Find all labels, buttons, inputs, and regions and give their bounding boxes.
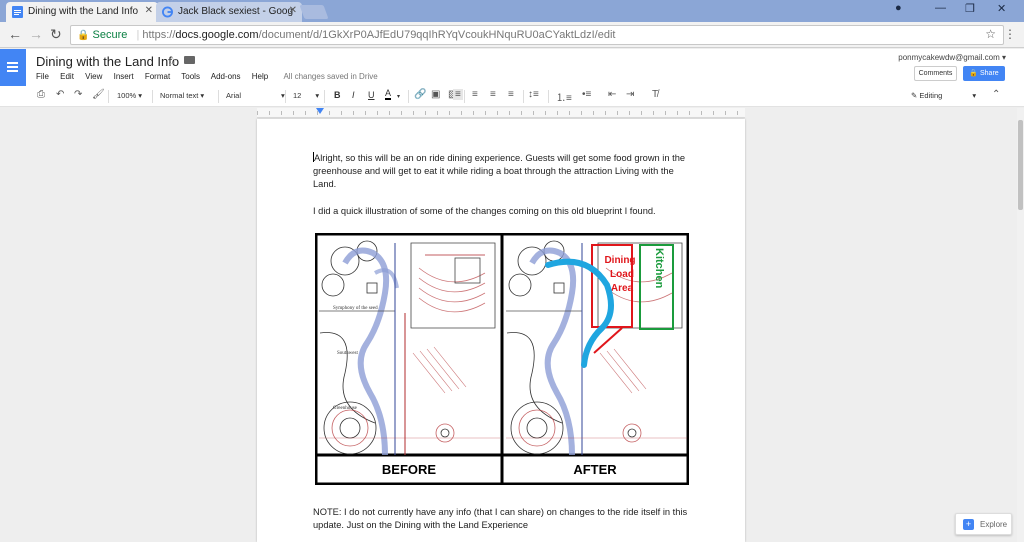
docs-favicon-icon (12, 6, 23, 18)
paragraph-intro[interactable]: Alright, so this will be an on ride dini… (313, 152, 693, 191)
font-size-select[interactable]: 12 ▾ (293, 91, 319, 100)
tab-title: Jack Black sexiest - Goog (178, 6, 294, 17)
italic-button[interactable]: I (352, 90, 355, 100)
paint-format-icon[interactable]: 🖌 (92, 89, 105, 100)
blueprint-label-southwest: Southwest (337, 351, 358, 356)
bookmark-star-icon[interactable]: ☆ (985, 27, 996, 41)
document-title[interactable]: Dining with the Land Info (36, 54, 179, 69)
comments-button[interactable]: Comments (914, 66, 957, 81)
indent-marker[interactable] (316, 108, 324, 114)
url-path: /document/d/1GkXrP0AJfEdU79qqIhRYqVcoukH… (258, 29, 616, 41)
print-icon[interactable]: ⎙ (37, 89, 45, 100)
address-bar: ← → ↻ 🔒 Secure | https://docs.google.com… (0, 22, 1024, 48)
formatting-toolbar: ⎙ ↶ ↷ 🖌 100% ▾ Normal text ▾ Arial ▾ 12 ▾ … (0, 86, 1024, 107)
scrollbar-thumb[interactable] (1018, 120, 1023, 210)
align-justify-icon[interactable]: ≡ (508, 89, 514, 100)
page-scrollbar[interactable] (1017, 108, 1024, 542)
align-right-icon[interactable]: ≡ (490, 89, 496, 100)
folder-icon[interactable] (184, 56, 195, 64)
redo-icon[interactable]: ↷ (74, 89, 82, 100)
bulleted-list-icon[interactable]: •≡ (582, 89, 591, 100)
lock-icon: 🔒 (77, 30, 90, 41)
minimize-icon[interactable]: — (935, 2, 946, 14)
dining-label: Dining (604, 255, 635, 266)
style-select[interactable]: Normal text ▾ (160, 91, 204, 100)
account-email[interactable]: ponmycakewdw@gmail.com ▾ (898, 53, 1006, 62)
blueprint-image[interactable]: Symphony of the seed Southwest Greenhous… (315, 233, 689, 485)
blueprint-label-greenhouse: Greenhouse (333, 406, 358, 411)
tab-close-icon[interactable]: ✕ (289, 5, 297, 16)
collapse-menus-icon[interactable]: ⌃ (992, 89, 1000, 100)
restore-icon[interactable]: ❐ (965, 2, 975, 15)
menu-insert[interactable]: Insert (114, 72, 134, 81)
after-label: AFTER (573, 462, 617, 477)
blueprint-label-symphony: Symphony of the seed (333, 306, 378, 311)
save-status[interactable]: All changes saved in Drive (283, 72, 377, 81)
comment-icon[interactable]: ▣ (431, 89, 440, 100)
docs-header: Dining with the Land Info ☆ File Edit Vi… (0, 49, 1024, 86)
new-tab-button[interactable] (299, 5, 329, 19)
paragraph-note[interactable]: NOTE: I do not currently have any info (… (313, 506, 693, 532)
align-left-icon[interactable]: ≡ (453, 89, 463, 100)
numbered-list-icon[interactable]: ⒈≡ (556, 89, 572, 104)
docs-home-icon[interactable] (0, 49, 26, 86)
menu-tools[interactable]: Tools (181, 72, 200, 81)
tab-dining-with-the-land[interactable]: Dining with the Land Info ✕ (6, 2, 158, 22)
secure-label: Secure (92, 29, 128, 41)
menu-view[interactable]: View (85, 72, 102, 81)
editing-mode-select[interactable]: ✎ Editing ▾ (911, 91, 976, 100)
menu-format[interactable]: Format (145, 72, 170, 81)
underline-button[interactable]: U (368, 90, 375, 100)
browser-tab-bar: Dining with the Land Info ✕ Jack Black s… (0, 0, 1024, 22)
forward-arrow-icon[interactable]: → (29, 26, 43, 42)
link-icon[interactable]: 🔗 (414, 89, 426, 100)
url-host: docs.google.com (175, 29, 259, 41)
align-center-icon[interactable]: ≡ (472, 89, 478, 100)
reload-icon[interactable]: ↻ (50, 26, 62, 43)
google-favicon-icon (162, 6, 173, 18)
clear-formatting-icon[interactable]: T̸ (652, 89, 658, 100)
share-button[interactable]: 🔒 Share (963, 66, 1005, 81)
browser-menu-icon[interactable]: ⋮ (1004, 27, 1016, 41)
star-document-icon[interactable]: ☆ (167, 54, 178, 68)
tab-close-icon[interactable]: ✕ (145, 5, 153, 16)
menu-file[interactable]: File (36, 72, 49, 81)
text-color-dropdown-icon[interactable]: ▾ (397, 93, 400, 100)
zoom-select[interactable]: 100% ▾ (117, 91, 142, 100)
paragraph-illustration[interactable]: I did a quick illustration of some of th… (313, 205, 693, 218)
text-color-button[interactable]: A (385, 89, 392, 100)
explore-button[interactable]: + Explore (955, 513, 1012, 535)
menu-edit[interactable]: Edit (60, 72, 74, 81)
profile-icon[interactable]: ● (895, 2, 902, 14)
undo-icon[interactable]: ↶ (56, 89, 64, 100)
increase-indent-icon[interactable]: ⇥ (626, 89, 634, 100)
ruler[interactable] (257, 108, 745, 118)
menu-bar: File Edit View Insert Format Tools Add-o… (36, 72, 387, 81)
document-page[interactable]: Alright, so this will be an on ride dini… (257, 119, 745, 542)
area-label: Area (611, 283, 634, 294)
menu-addons[interactable]: Add-ons (211, 72, 241, 81)
line-spacing-icon[interactable]: ↕≡ (528, 89, 539, 100)
close-window-icon[interactable]: ✕ (997, 2, 1006, 15)
before-label: BEFORE (382, 462, 437, 477)
decrease-indent-icon[interactable]: ⇤ (608, 89, 616, 100)
url-input[interactable]: 🔒 Secure | https://docs.google.com/docum… (70, 25, 1004, 45)
load-label: Load (610, 269, 634, 280)
kitchen-label: Kitchen (653, 248, 665, 289)
tab-title: Dining with the Land Info (28, 6, 139, 17)
bold-button[interactable]: B (334, 90, 341, 100)
menu-help[interactable]: Help (252, 72, 268, 81)
url-scheme: https:// (142, 29, 176, 41)
back-arrow-icon[interactable]: ← (8, 26, 22, 42)
explore-icon: + (963, 519, 974, 530)
tab-jack-black[interactable]: Jack Black sexiest - Goog ✕ (156, 2, 302, 22)
font-select[interactable]: Arial ▾ (226, 91, 285, 100)
